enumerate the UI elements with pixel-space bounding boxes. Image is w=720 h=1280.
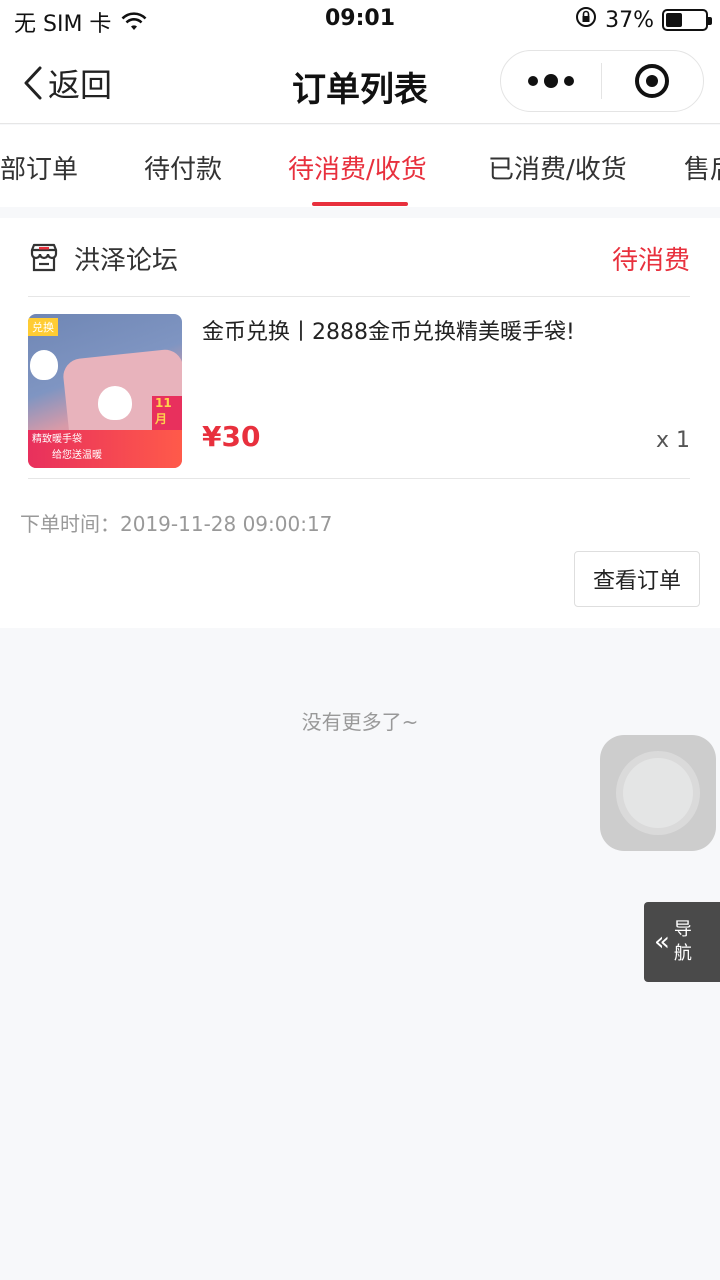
divider bbox=[28, 478, 690, 479]
divider bbox=[28, 296, 690, 297]
double-chevron-left-icon: « bbox=[654, 927, 670, 957]
view-order-button[interactable]: 查看订单 bbox=[574, 551, 700, 607]
more-button[interactable] bbox=[501, 74, 601, 88]
order-time: 下单时间：2019-11-28 09:00:17 bbox=[20, 512, 333, 536]
status-bar: 无 SIM 卡 09:01 37% bbox=[0, 0, 720, 40]
product-title[interactable]: 金币兑换丨2888金币兑换精美暖手袋! bbox=[202, 318, 690, 348]
tab-active-indicator bbox=[312, 202, 408, 206]
assistive-touch-button[interactable] bbox=[600, 735, 716, 851]
close-miniprogram-button[interactable] bbox=[602, 64, 702, 98]
battery-icon bbox=[662, 9, 712, 31]
thumbnail-banner: 精致暖手袋 给您送温暖 bbox=[28, 430, 182, 468]
tab-pending-payment[interactable]: 待付款 bbox=[144, 149, 222, 186]
miniprogram-capsule bbox=[500, 50, 704, 112]
store-icon bbox=[28, 242, 60, 274]
no-more-text: 没有更多了~ bbox=[301, 710, 419, 734]
rotation-lock-icon bbox=[575, 6, 597, 34]
battery-percent: 37% bbox=[605, 7, 654, 33]
tab-pending-consume[interactable]: 待消费/收货 bbox=[288, 149, 427, 186]
order-card: 洪泽论坛 待消费 兑换 11月 精致暖手袋 给您送温暖 金币兑换丨2888金币兑… bbox=[0, 218, 720, 628]
shop-name[interactable]: 洪泽论坛 bbox=[74, 240, 178, 277]
nav-header: 返回 订单列表 bbox=[0, 40, 720, 124]
product-thumbnail[interactable]: 兑换 11月 精致暖手袋 给您送温暖 bbox=[28, 314, 182, 468]
tab-consumed[interactable]: 已消费/收货 bbox=[488, 149, 627, 186]
shop-header: 洪泽论坛 待消费 bbox=[28, 238, 690, 278]
tab-after-sale[interactable]: 售后 bbox=[684, 149, 720, 186]
product-quantity: x 1 bbox=[655, 428, 690, 453]
side-nav-label: 导航 bbox=[673, 919, 692, 964]
target-icon bbox=[635, 64, 669, 98]
thumbnail-tag: 兑换 bbox=[28, 318, 58, 336]
product-price: ¥30 bbox=[202, 420, 261, 453]
side-nav-button[interactable]: « 导航 bbox=[644, 902, 720, 982]
tab-all-orders[interactable]: 部订单 bbox=[0, 149, 78, 186]
order-status: 待消费 bbox=[611, 246, 690, 276]
order-tabs: 部订单 待付款 待消费/收货 已消费/收货 售后 bbox=[0, 125, 720, 207]
